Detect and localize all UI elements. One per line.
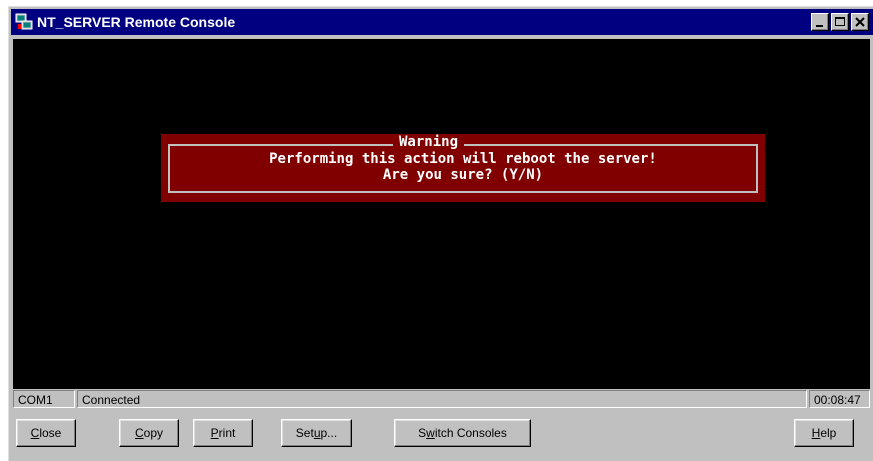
warning-message: Performing this action will reboot the s… xyxy=(269,151,657,167)
close-icon[interactable] xyxy=(851,13,869,31)
setup-button-label-start: Set xyxy=(295,426,314,440)
print-button-mnemonic: P xyxy=(210,426,219,440)
window-controls xyxy=(809,13,869,31)
status-bar: COM1 Connected 00:08:47 xyxy=(13,390,870,410)
setup-button-mnemonic: u xyxy=(313,426,321,440)
button-bar: Close Copy Print Setup... Switch Console… xyxy=(9,415,873,455)
console-screen[interactable]: Warning Performing this action will rebo… xyxy=(13,39,870,389)
copy-button-label: opy xyxy=(143,426,164,440)
print-button-label: rint xyxy=(218,426,236,440)
close-button[interactable]: Close xyxy=(16,419,76,447)
console-app-icon[interactable] xyxy=(15,13,33,31)
window-title: NT_SERVER Remote Console xyxy=(37,14,236,30)
status-port: COM1 xyxy=(13,390,75,408)
remote-console-window: NT_SERVER Remote Console Warning Perform… xyxy=(8,6,873,461)
setup-button-label-end: p... xyxy=(320,426,338,440)
warning-title: Warning xyxy=(393,135,465,149)
help-button[interactable]: Help xyxy=(794,419,854,447)
warning-dialog: Warning Performing this action will rebo… xyxy=(161,134,765,202)
switch-button-mnemonic: w xyxy=(426,426,435,440)
switch-button-label-start: S xyxy=(418,426,427,440)
status-elapsed-time: 00:08:47 xyxy=(809,390,870,408)
copy-button-mnemonic: C xyxy=(134,426,144,440)
maximize-icon[interactable] xyxy=(831,13,849,31)
switch-button-label-end: itch Consoles xyxy=(434,426,507,440)
print-button[interactable]: Print xyxy=(193,419,253,447)
copy-button[interactable]: Copy xyxy=(119,419,179,447)
switch-consoles-button[interactable]: Switch Consoles xyxy=(394,419,531,447)
warning-prompt: Are you sure? (Y/N) xyxy=(382,167,544,183)
setup-button[interactable]: Setup... xyxy=(281,419,352,447)
status-connection: Connected xyxy=(77,390,807,408)
help-button-label: elp xyxy=(820,426,837,440)
title-bar[interactable]: NT_SERVER Remote Console xyxy=(11,9,873,35)
minimize-icon[interactable] xyxy=(811,13,829,31)
close-button-label: lose xyxy=(39,426,62,440)
